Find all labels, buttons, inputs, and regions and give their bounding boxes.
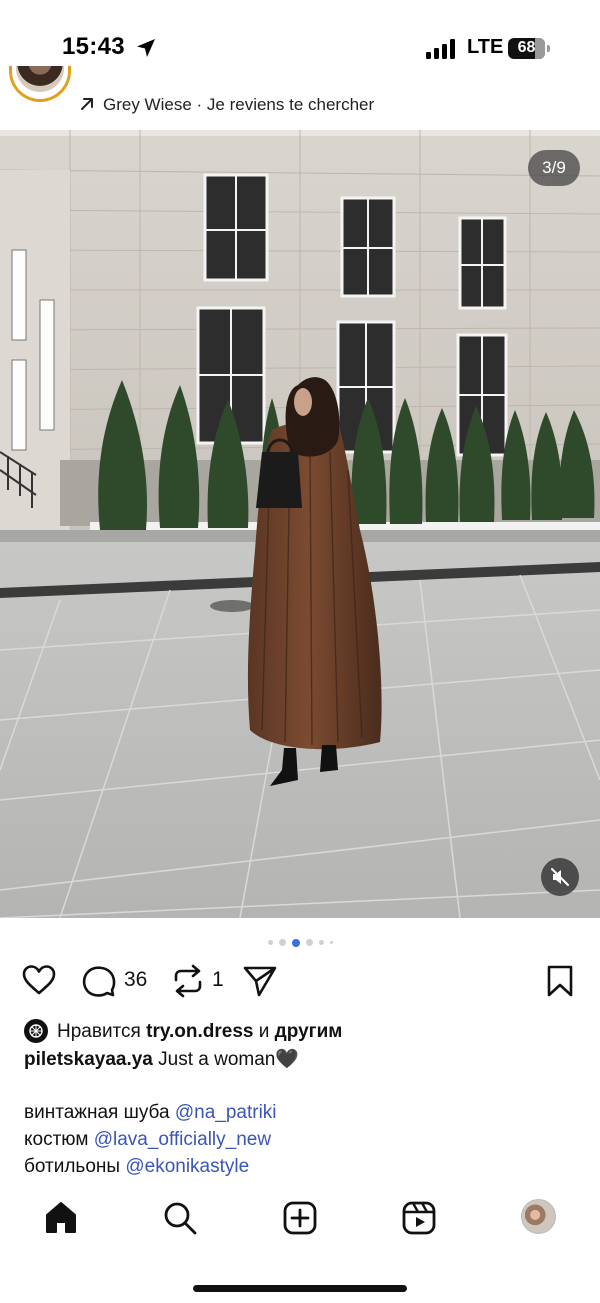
signal-bars-icon bbox=[426, 39, 455, 59]
battery-icon: 68 bbox=[508, 38, 550, 59]
repost-count: 1 bbox=[212, 968, 224, 991]
author-avatar[interactable] bbox=[9, 66, 71, 102]
caption-text: Just a woman🖤 bbox=[158, 1049, 300, 1070]
carousel-counter: 3/9 bbox=[528, 150, 580, 186]
search-icon bbox=[164, 1202, 197, 1235]
like-button[interactable] bbox=[21, 958, 59, 1002]
reels-icon bbox=[402, 1201, 436, 1235]
likes-and: и bbox=[258, 1021, 270, 1042]
nav-home[interactable] bbox=[41, 1198, 81, 1238]
status-time: 15:43 bbox=[62, 33, 125, 60]
repost-icon bbox=[174, 964, 202, 998]
nav-search[interactable] bbox=[160, 1198, 200, 1238]
network-type: LTE bbox=[467, 36, 504, 58]
comment-button[interactable] bbox=[81, 958, 121, 1002]
carousel-dot bbox=[305, 939, 313, 947]
status-bar: 15:43 LTE 68 bbox=[0, 0, 600, 80]
liker-username[interactable]: try.on.dress bbox=[146, 1021, 253, 1042]
carousel-dot bbox=[329, 941, 333, 945]
save-button[interactable] bbox=[545, 958, 577, 1002]
carousel-dots bbox=[0, 934, 600, 947]
mute-button[interactable] bbox=[541, 858, 579, 896]
battery-level: 68 bbox=[517, 39, 536, 56]
post-image bbox=[0, 130, 600, 918]
post-actions: 36 1 bbox=[0, 958, 600, 1004]
post-header: Grey Wiese · Je reviens te chercher bbox=[0, 66, 600, 130]
arrow-up-right-icon bbox=[81, 98, 93, 110]
credit-mention[interactable]: @lava_officially_new bbox=[94, 1129, 271, 1150]
caption-main: piletskayaa.ya Just a woman🖤 bbox=[24, 1046, 584, 1073]
audio-track-link[interactable]: Grey Wiese · Je reviens te chercher bbox=[103, 95, 374, 115]
home-icon bbox=[46, 1202, 76, 1233]
author-username[interactable]: piletskayaa.ya bbox=[24, 1049, 153, 1070]
speaker-muted-icon bbox=[551, 868, 569, 886]
credit-label: ботильоны bbox=[24, 1156, 121, 1177]
home-indicator bbox=[193, 1285, 407, 1292]
bookmark-icon bbox=[547, 965, 573, 997]
repost-button[interactable] bbox=[171, 958, 207, 1002]
credit-label: винтажная шуба bbox=[24, 1102, 170, 1123]
heart-icon bbox=[22, 965, 56, 995]
carousel-dot bbox=[318, 940, 324, 946]
credit-label: костюм bbox=[24, 1129, 89, 1150]
comment-icon bbox=[82, 966, 116, 997]
share-button[interactable] bbox=[242, 958, 280, 1002]
caption-credit-line: винтажная шуба @na_patriki bbox=[24, 1099, 584, 1126]
liker-avatar bbox=[24, 1019, 48, 1043]
post-photo[interactable]: 3/9 bbox=[0, 130, 600, 918]
nav-reels[interactable] bbox=[399, 1198, 439, 1238]
caption-credit-line: костюм @lava_officially_new bbox=[24, 1126, 584, 1153]
send-icon bbox=[243, 966, 277, 997]
bottom-nav bbox=[0, 1180, 600, 1303]
create-post-icon bbox=[283, 1201, 317, 1235]
comment-count: 36 bbox=[124, 968, 148, 991]
post-caption: Нравится try.on.dress и другим piletskay… bbox=[24, 1018, 584, 1180]
carousel-dot bbox=[278, 939, 286, 947]
nav-profile-avatar[interactable] bbox=[521, 1199, 556, 1234]
carousel-dot-active bbox=[291, 938, 300, 947]
likes-others[interactable]: другим bbox=[275, 1021, 343, 1042]
likes-summary[interactable]: Нравится try.on.dress и другим bbox=[24, 1018, 584, 1046]
carousel-dot bbox=[267, 940, 273, 946]
likes-prefix: Нравится bbox=[57, 1021, 141, 1042]
caption-credit-line: ботильоны @ekonikastyle bbox=[24, 1153, 584, 1180]
credit-mention[interactable]: @na_patriki bbox=[175, 1102, 277, 1123]
location-arrow-icon bbox=[137, 39, 155, 57]
nav-create[interactable] bbox=[280, 1198, 320, 1238]
credit-mention[interactable]: @ekonikastyle bbox=[125, 1156, 249, 1177]
